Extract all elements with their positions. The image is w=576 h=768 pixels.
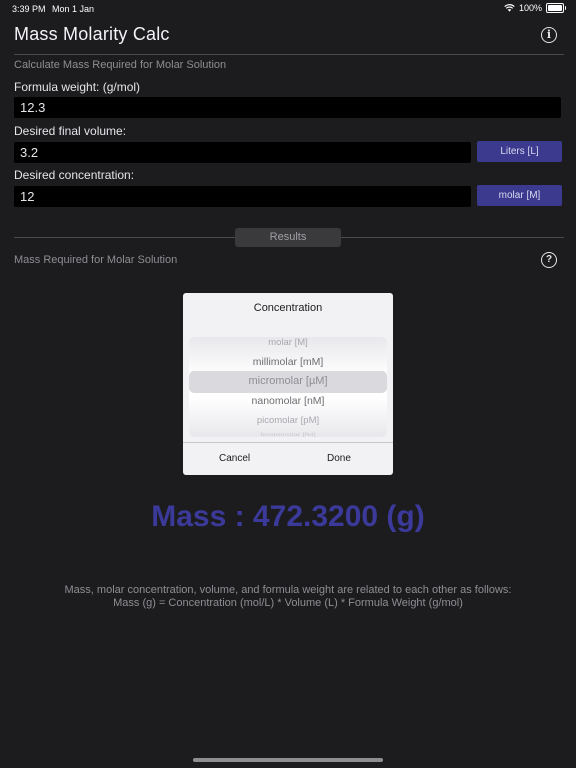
picker-option[interactable]: molar [M] [183,337,393,348]
picker-option[interactable]: micromolar [µM] [183,375,393,387]
status-bar: 3:39 PM Mon 1 Jan 100% [0,0,576,16]
home-indicator[interactable] [193,758,383,762]
app-title: Mass Molarity Calc [14,24,170,44]
results-subtitle: Mass Required for Molar Solution [14,254,178,266]
results-tab[interactable]: Results [235,228,341,247]
done-button[interactable]: Done [327,453,351,464]
formula-weight-input[interactable]: 12.3 [14,97,561,118]
help-icon[interactable]: ? [541,252,557,268]
picker-option[interactable]: nanomolar [nM] [183,395,393,407]
concentration-label: Desired concentration: [14,168,135,182]
battery-percent: 100% [518,3,542,13]
formula-explanation: Mass, molar concentration, volume, and f… [64,584,512,596]
concentration-picker: Concentration molar [M] millimolar [mM] mi… [183,293,393,475]
concentration-unit-button[interactable]: molar [M] [477,185,562,206]
volume-label: Desired final volume: [14,124,127,138]
form-subtitle: Calculate Mass Required for Molar Soluti… [14,59,227,71]
concentration-input[interactable]: 12 [14,186,471,207]
picker-option[interactable]: picomolar [pM] [183,415,393,426]
header-divider [14,54,564,55]
formula-equation: Mass (g) = Concentration (mol/L) * Volum… [113,597,463,609]
volume-input[interactable]: 3.2 [14,142,471,163]
picker-divider [183,442,393,443]
status-time: 3:39 PM [12,4,46,14]
wifi-icon [504,4,515,12]
status-date: Mon 1 Jan [52,4,95,14]
battery-icon [546,3,566,13]
info-icon[interactable]: i [541,27,557,43]
formula-weight-label: Formula weight: (g/mol) [14,80,141,94]
cancel-button[interactable]: Cancel [219,453,250,464]
volume-unit-button[interactable]: Liters [L] [477,141,562,162]
status-right: 100% [504,3,566,13]
picker-title: Concentration [253,302,323,314]
picker-option[interactable]: femtomolar [fM] [183,432,393,437]
mass-result: Mass : 472.3200 (g) [151,500,425,533]
picker-option[interactable]: millimolar [mM] [183,356,393,368]
